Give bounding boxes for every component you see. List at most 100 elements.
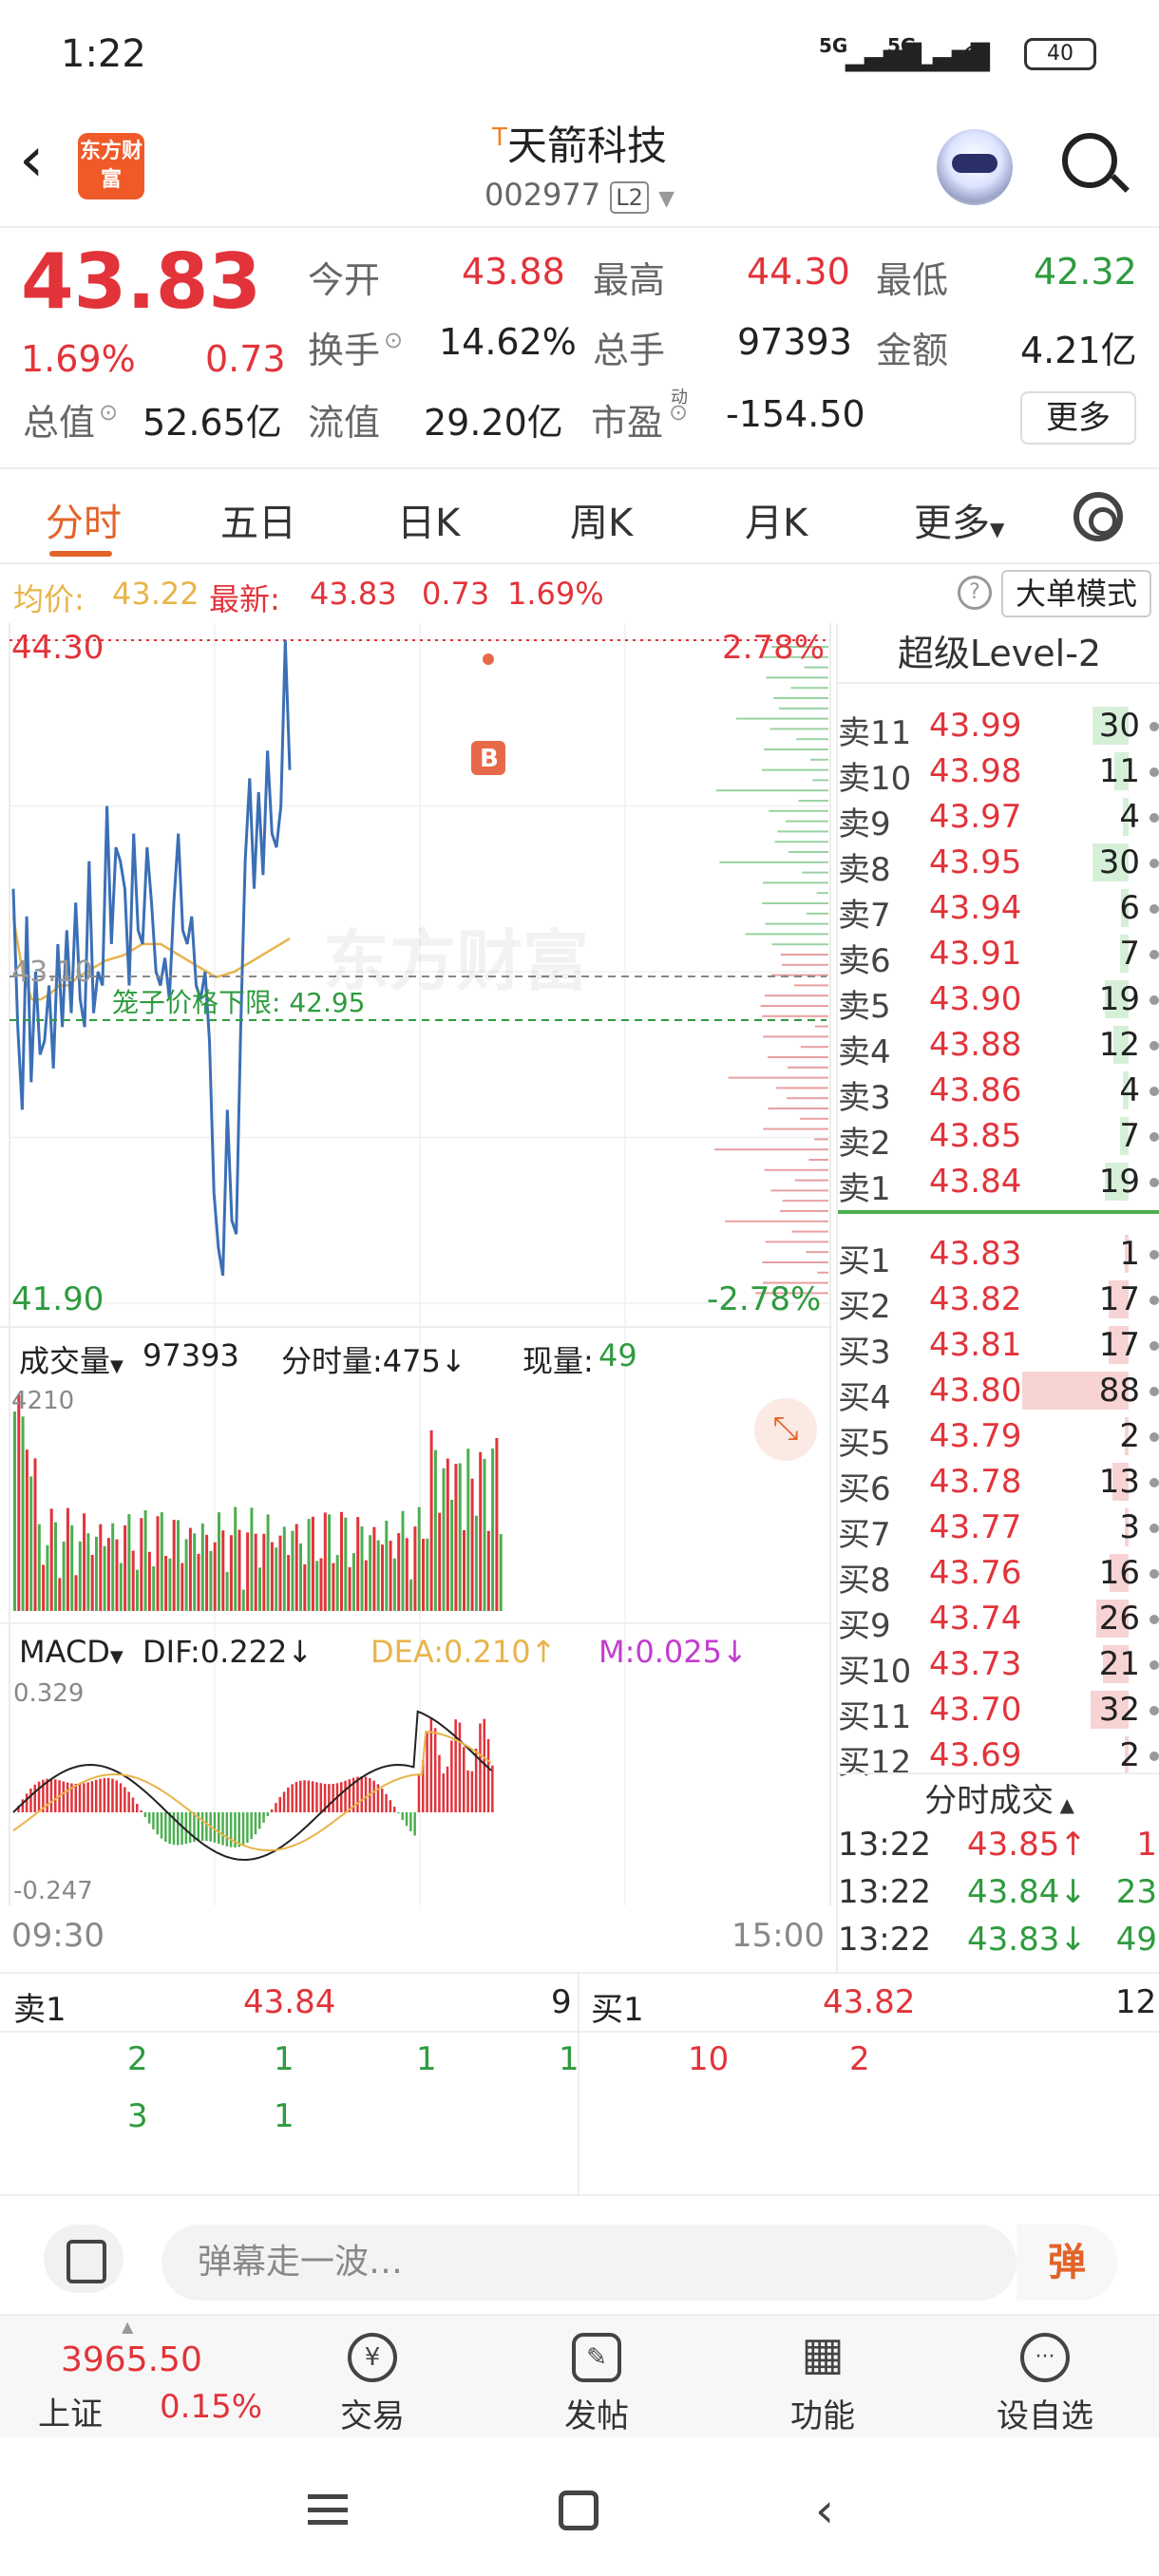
ask-row[interactable]: 卖1 43.84 19 xyxy=(838,1159,1159,1208)
volume-bar xyxy=(124,1525,127,1611)
macd-bar xyxy=(389,1800,392,1812)
nav-post[interactable]: ✎ 发帖 xyxy=(521,2325,673,2439)
bid-row[interactable]: 买1 43.83 1 xyxy=(838,1231,1159,1280)
ask-row[interactable]: 卖11 43.99 30 xyxy=(838,703,1159,752)
volume-label: 总手 xyxy=(593,330,666,371)
bid-row[interactable]: 买4 43.80 88 xyxy=(838,1368,1159,1417)
depth-bar xyxy=(715,789,828,792)
current-volume-label: 现量: xyxy=(522,1343,594,1379)
expand-icon[interactable]: ⤡ xyxy=(754,1398,817,1461)
depth-bar xyxy=(762,1261,828,1263)
macd-bar xyxy=(127,1791,130,1812)
tab-more[interactable]: 更多▼ xyxy=(914,492,1004,547)
bid-row[interactable]: 买2 43.82 17 xyxy=(838,1277,1159,1326)
period-tabs: 分时 五日 日K 周K 月K 更多▼ xyxy=(0,467,1159,564)
volume-bar xyxy=(348,1566,352,1611)
system-back-icon[interactable]: ‹ xyxy=(815,2487,834,2534)
price-info-line: 均价: 43.22 最新: 43.83 0.73 1.69% ? 大单模式 xyxy=(0,566,1159,623)
level2-title[interactable]: 超级Level-2 xyxy=(838,625,1159,684)
danmu-settings-icon[interactable] xyxy=(44,2225,124,2293)
big-order-mode-button[interactable]: 大单模式 xyxy=(1001,570,1151,617)
ask-row[interactable]: 卖3 43.86 4 xyxy=(838,1068,1159,1117)
bid-row[interactable]: 买11 43.70 32 xyxy=(838,1687,1159,1736)
ask-price: 43.99 xyxy=(929,707,1022,745)
bid-row[interactable]: 买8 43.76 16 xyxy=(838,1550,1159,1600)
macd-bar xyxy=(282,1791,286,1812)
dot-icon xyxy=(1150,1341,1159,1351)
bid-row[interactable]: 买3 43.81 17 xyxy=(838,1322,1159,1372)
depth-bar xyxy=(770,728,828,730)
buy-marker[interactable]: B xyxy=(480,745,499,773)
tick-time: 13:22 xyxy=(838,1873,931,1911)
dot-icon xyxy=(1150,1087,1159,1096)
nav-functions[interactable]: ▦ 功能 xyxy=(747,2325,899,2439)
bid-row[interactable]: 买7 43.77 3 xyxy=(838,1505,1159,1554)
tab-five-day[interactable]: 五日 xyxy=(220,492,296,547)
bid-row[interactable]: 买9 43.74 26 xyxy=(838,1596,1159,1645)
depth-bar xyxy=(807,912,828,915)
macd-tab[interactable]: MACD▼ xyxy=(19,1634,124,1670)
bid-queue-item: 2 xyxy=(849,2040,870,2078)
bid-volume: 2 xyxy=(1119,1736,1140,1774)
depth-bar xyxy=(800,1046,828,1049)
ask-row[interactable]: 卖9 43.97 4 xyxy=(838,794,1159,843)
bid-row[interactable]: 买6 43.78 13 xyxy=(838,1459,1159,1508)
bid-row[interactable]: 买10 43.73 21 xyxy=(838,1641,1159,1691)
danmu-input[interactable]: 弹幕走一波… xyxy=(162,2225,1016,2301)
volume-bar xyxy=(479,1451,483,1611)
bid-row[interactable]: 买12 43.69 2 xyxy=(838,1733,1159,1782)
ask-row[interactable]: 卖5 43.90 19 xyxy=(838,976,1159,1026)
macd-bar xyxy=(90,1781,94,1812)
index-value[interactable]: 3965.50 xyxy=(61,2340,202,2379)
info-icon[interactable]: ⊙ xyxy=(384,327,403,353)
ask-row[interactable]: 卖10 43.98 11 xyxy=(838,748,1159,798)
tab-minute[interactable]: 分时 xyxy=(46,492,122,547)
ticks-title-row[interactable]: 分时成交 ▲ xyxy=(838,1772,1159,1820)
ask-row[interactable]: 卖4 43.88 12 xyxy=(838,1022,1159,1071)
volume-bar xyxy=(140,1518,143,1611)
ask-row[interactable]: 卖2 43.85 7 xyxy=(838,1113,1159,1163)
gear-icon[interactable] xyxy=(1074,492,1123,541)
ask-queue-item: 1 xyxy=(274,2097,294,2135)
tab-weekly-k[interactable]: 周K xyxy=(570,492,633,547)
depth-bar xyxy=(728,1076,828,1079)
volume-tab[interactable]: 成交量▼ xyxy=(19,1337,124,1381)
ask-row[interactable]: 卖7 43.94 6 xyxy=(838,885,1159,935)
nav-trade[interactable]: ¥ 交易 xyxy=(296,2325,448,2439)
depth-bar xyxy=(765,1241,828,1243)
yen-icon: ¥ xyxy=(348,2333,397,2382)
volume-bar xyxy=(299,1543,302,1611)
ask-row[interactable]: 卖6 43.91 7 xyxy=(838,931,1159,980)
ask-volume: 7 xyxy=(1119,935,1140,973)
home-icon[interactable] xyxy=(559,2491,598,2530)
tab-daily-k[interactable]: 日K xyxy=(397,492,460,547)
status-bar: 1:22 5G ▂▄▆█ 5G ▂▄▆█ ◠ 40 xyxy=(0,0,1159,104)
macd-bar xyxy=(381,1789,384,1812)
depth-bar xyxy=(800,1117,828,1120)
volume-bar xyxy=(103,1545,106,1611)
robot-avatar[interactable] xyxy=(937,129,1013,205)
volume-bar xyxy=(136,1569,139,1611)
volume-bar xyxy=(106,1538,110,1611)
dot-icon xyxy=(1150,813,1159,823)
total-value-label: 总值 xyxy=(23,402,96,444)
danmu-toggle-button[interactable]: 弹 xyxy=(1016,2225,1117,2301)
help-icon[interactable]: ? xyxy=(958,576,992,610)
volume-bar xyxy=(25,1449,28,1611)
nav-add-watchlist[interactable]: ··· 设自选 xyxy=(969,2325,1121,2439)
search-icon[interactable] xyxy=(1062,133,1117,188)
menu-icon[interactable] xyxy=(308,2494,348,2525)
bid-row[interactable]: 买5 43.79 2 xyxy=(838,1413,1159,1463)
turnover-value: 14.62% xyxy=(439,321,577,363)
high-value: 44.30 xyxy=(747,251,850,293)
ask-volume: 4 xyxy=(1119,1071,1140,1109)
macd-max-label: 0.329 xyxy=(13,1679,85,1708)
ask-row[interactable]: 卖8 43.95 30 xyxy=(838,840,1159,889)
info-icon-3[interactable]: ⊙ xyxy=(669,399,688,426)
more-button[interactable]: 更多 xyxy=(1020,391,1136,445)
bid-volume: 17 xyxy=(1098,1280,1140,1318)
macd-bar xyxy=(364,1776,368,1812)
macd-bar xyxy=(426,1733,428,1812)
info-icon-2[interactable]: ⊙ xyxy=(99,399,118,426)
tab-monthly-k[interactable]: 月K xyxy=(745,492,808,547)
